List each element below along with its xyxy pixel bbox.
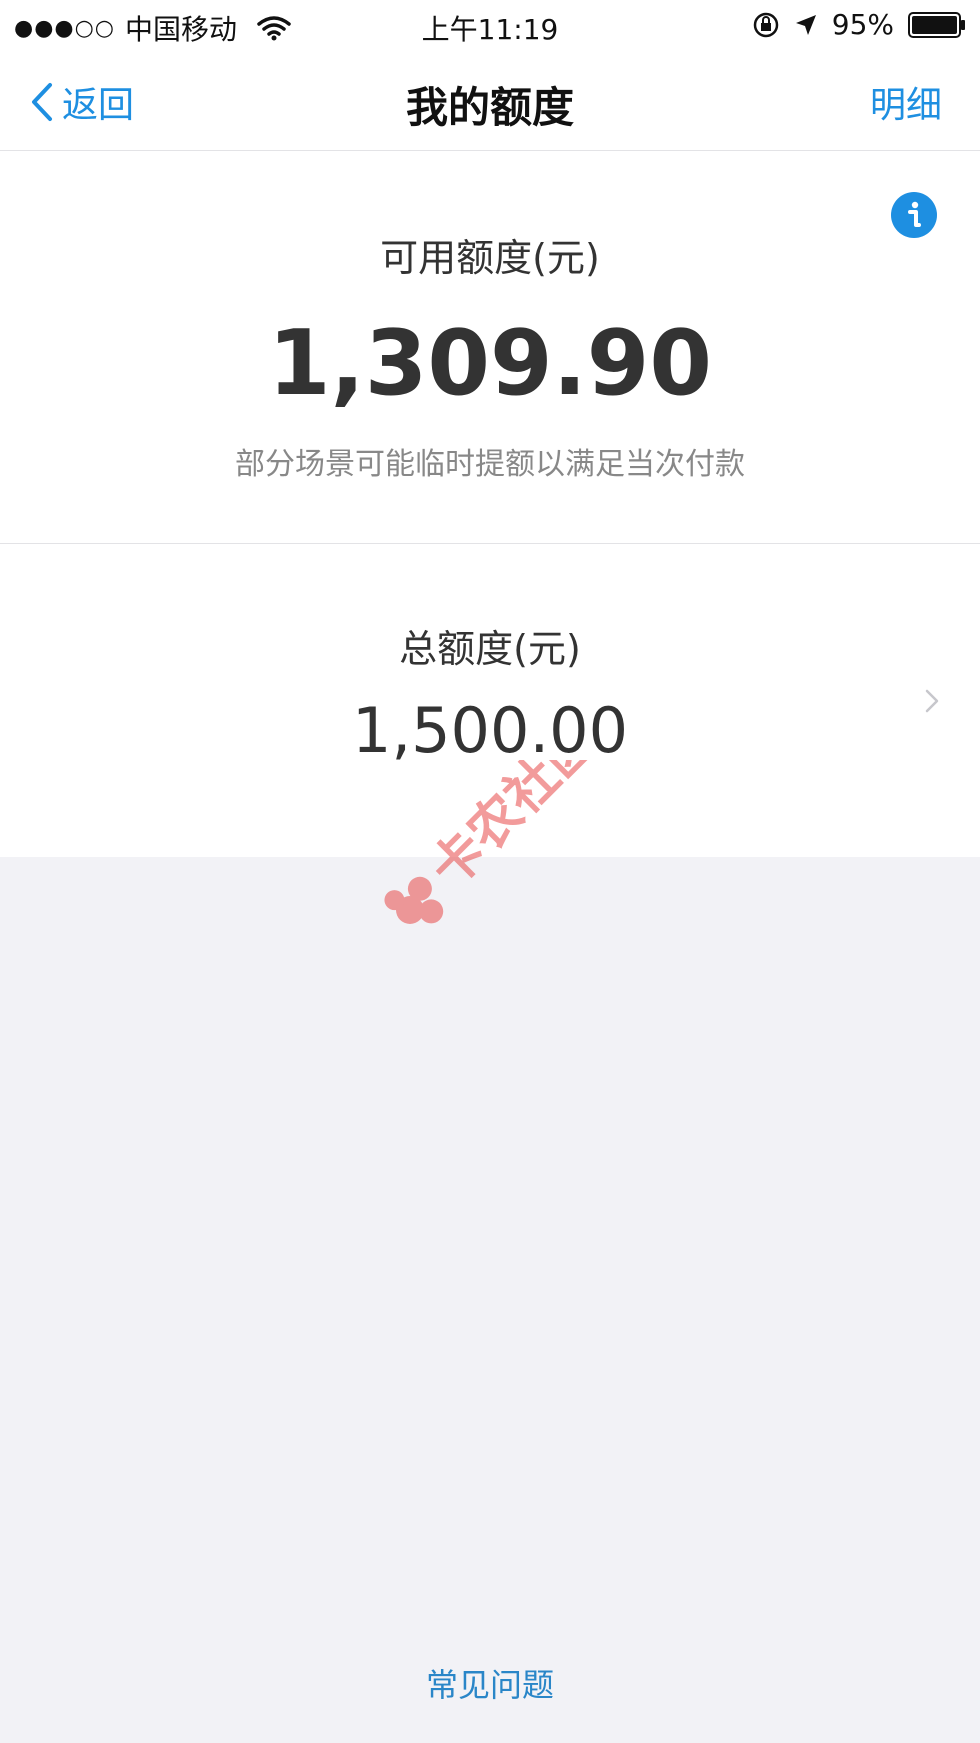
status-right: 95% xyxy=(752,8,966,41)
rotation-lock-icon xyxy=(753,12,779,37)
battery-percent: 95% xyxy=(831,8,894,41)
available-credit-amount: 1,309.90 xyxy=(267,311,713,416)
total-credit-label: 总额度(元) xyxy=(399,627,581,671)
chevron-right-icon xyxy=(925,689,939,713)
available-credit-label: 可用额度(元) xyxy=(380,236,600,280)
nav-bar: 返回 我的额度 明细 xyxy=(0,50,980,151)
available-credit-note: 部分场景可能临时提额以满足当次付款 xyxy=(235,447,745,482)
total-credit-amount: 1,500.00 xyxy=(351,694,629,767)
total-credit-row[interactable]: 总额度(元) 1,500.00 xyxy=(0,544,980,857)
page-title: 我的额度 xyxy=(405,83,574,132)
available-credit-card: 可用额度(元) 1,309.90 部分场景可能临时提额以满足当次付款 xyxy=(0,151,980,544)
faq-link[interactable]: 常见问题 xyxy=(0,1660,980,1706)
detail-button[interactable]: 明细 xyxy=(870,76,942,128)
battery-icon xyxy=(908,11,965,38)
location-arrow-icon xyxy=(795,14,816,35)
status-bar: ●●●○○ 中国移动 上午11:19 95% xyxy=(0,0,980,50)
